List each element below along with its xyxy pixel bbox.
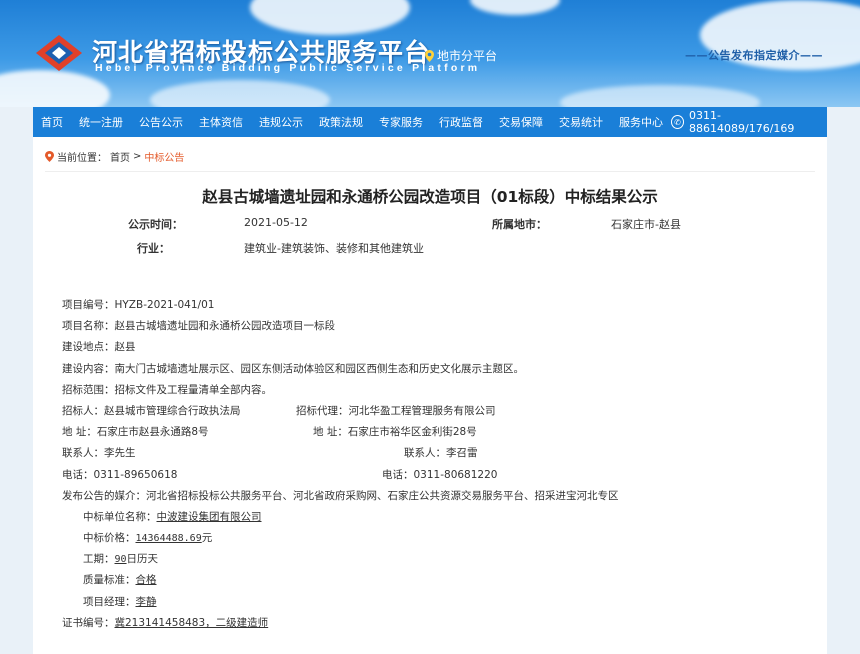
- phone-icon: ✆: [671, 115, 684, 129]
- city-value: 石家庄市-赵县: [611, 218, 681, 231]
- city-label: 所属地市：: [492, 218, 547, 231]
- price-unit: 元: [201, 532, 213, 545]
- hotline: ✆ 0311-88614089/176/169: [671, 109, 827, 135]
- content-card: 当前位置： 首页 > 中标公告 赵县古城墙遗址园和永通桥公园改造项目（01标段）…: [33, 137, 827, 654]
- cert-label: 证书编号：: [62, 616, 115, 629]
- nav-item-home[interactable]: 首页: [33, 114, 71, 130]
- nav-item-credit[interactable]: 主体资信: [191, 114, 251, 130]
- site-subtitle: Hebei Province Bidding Public Service Pl…: [95, 62, 481, 74]
- address-row: 地 址：石家庄市赵县永通路8号 地 址：石家庄市裕华区金利街28号: [62, 422, 619, 443]
- nav-item-service-center[interactable]: 服务中心: [611, 114, 671, 130]
- project-name: 项目名称：赵县古城墙遗址园和永通桥公园改造项目一标段: [62, 320, 335, 333]
- nav-item-guarantee[interactable]: 交易保障: [491, 114, 551, 130]
- cloud-decoration: [470, 0, 560, 15]
- contact-row: 联系人：李先生 联系人：李召雷: [62, 443, 619, 464]
- cloud-decoration: [150, 80, 330, 107]
- nav-item-supervision[interactable]: 行政监督: [431, 114, 491, 130]
- agent-phone: 电话：0311-80681220: [382, 468, 498, 481]
- nav-item-experts[interactable]: 专家服务: [371, 114, 431, 130]
- breadcrumb: 当前位置： 首页 > 中标公告: [45, 149, 184, 164]
- nav-item-announcements[interactable]: 公告公示: [131, 114, 191, 130]
- winner-row: 中标单位名称：中波建设集团有限公司: [62, 507, 619, 528]
- price-label: 中标价格：: [83, 532, 136, 545]
- logo-icon[interactable]: [34, 33, 84, 73]
- publish-time-value: 2021-05-12: [244, 216, 308, 229]
- slogan: ——公告发布指定媒介——: [685, 49, 823, 62]
- period-label: 工期：: [83, 553, 115, 566]
- nav-item-policy[interactable]: 政策法规: [311, 114, 371, 130]
- agent: 招标代理：河北华盈工程管理服务有限公司: [296, 404, 496, 417]
- notice-body: 项目编号：HYZB-2021-041/01 项目名称：赵县古城墙遗址园和永通桥公…: [62, 295, 619, 634]
- tenderer-contact: 联系人：李先生: [62, 447, 136, 460]
- city-platform-link[interactable]: 地市分平台: [425, 47, 497, 64]
- quality-label: 质量标准：: [83, 574, 136, 587]
- cloud-decoration: [250, 0, 410, 35]
- breadcrumb-prefix: 当前位置：: [57, 153, 107, 164]
- breadcrumb-current[interactable]: 中标公告: [144, 149, 184, 164]
- construction-content: 建设内容：南大门古城墙遗址展示区、园区东侧活动体验区和园区西侧生态和历史文化展示…: [62, 362, 524, 375]
- project-no: 项目编号：HYZB-2021-041/01: [62, 299, 215, 311]
- cloud-decoration: [0, 70, 110, 107]
- tenderer: 招标人：赵县城市管理综合行政执法局: [62, 404, 241, 417]
- cert-value: 冀213141458483，二级建造师: [114, 616, 269, 629]
- industry-label: 行业：: [137, 242, 170, 255]
- price-row: 中标价格：14364488.69元: [62, 528, 619, 549]
- manager-label: 项目经理：: [83, 595, 136, 608]
- agent-contact: 联系人：李召雷: [404, 447, 478, 460]
- hotline-number: 0311-88614089/176/169: [689, 109, 795, 135]
- breadcrumb-home[interactable]: 首页: [110, 149, 130, 164]
- winner-name: 中波建设集团有限公司: [156, 510, 262, 523]
- construction-location: 建设地点：赵县: [62, 341, 136, 354]
- main-nav: 首页 统一注册 公告公示 主体资信 违规公示 政策法规 专家服务 行政监督 交易…: [33, 107, 827, 137]
- breadcrumb-separator: >: [133, 151, 142, 162]
- location-pin-icon: [45, 151, 54, 162]
- phone-row: 电话：0311-89650618 电话：0311-80681220: [62, 465, 619, 486]
- quality-row: 质量标准：合格: [62, 570, 619, 591]
- bid-scope: 招标范围：招标文件及工程量清单全部内容。: [62, 383, 272, 396]
- period-row: 工期：90日历天: [62, 549, 619, 570]
- publish-time-label: 公示时间：: [128, 218, 183, 231]
- divider: [45, 171, 815, 172]
- location-pin-icon: [425, 49, 434, 62]
- period-unit: 日历天: [126, 553, 159, 566]
- industry-value: 建筑业-建筑装饰、装修和其他建筑业: [244, 242, 424, 255]
- nav-item-register[interactable]: 统一注册: [71, 114, 131, 130]
- publish-media: 发布公告的媒介：河北省招标投标公共服务平台、河北省政府采购网、石家庄公共资源交易…: [62, 489, 619, 502]
- agent-address: 地 址：石家庄市裕华区金利街28号: [313, 426, 477, 439]
- price-value: 14364488.69: [135, 533, 202, 545]
- tenderer-address: 地 址：石家庄市赵县永通路8号: [62, 426, 209, 439]
- page-title: 赵县古城墙遗址园和永通桥公园改造项目（01标段）中标结果公示: [202, 188, 658, 206]
- tenderer-phone: 电话：0311-89650618: [62, 468, 178, 481]
- quality-value: 合格: [135, 574, 157, 587]
- city-platform-label: 地市分平台: [437, 49, 498, 63]
- cloud-decoration: [560, 85, 760, 107]
- nav-item-violations[interactable]: 违规公示: [251, 114, 311, 130]
- cert-row: 证书编号：冀213141458483，二级建造师: [62, 613, 619, 634]
- winner-label: 中标单位名称：: [83, 510, 157, 523]
- tenderer-row: 招标人：赵县城市管理综合行政执法局 招标代理：河北华盈工程管理服务有限公司: [62, 401, 619, 422]
- manager-row: 项目经理：李静: [62, 592, 619, 613]
- manager-value: 李静: [135, 595, 157, 608]
- period-value: 90: [114, 554, 127, 566]
- site-header: 河北省招标投标公共服务平台 Hebei Province Bidding Pub…: [0, 0, 860, 107]
- nav-item-statistics[interactable]: 交易统计: [551, 114, 611, 130]
